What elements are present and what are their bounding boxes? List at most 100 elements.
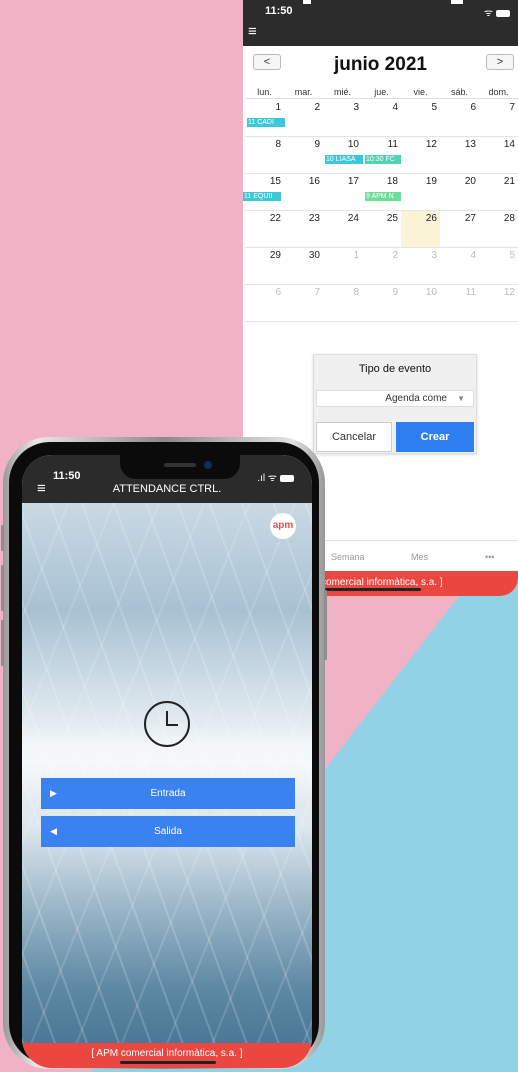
- calendar-day[interactable]: 3: [323, 100, 362, 136]
- calendar-day[interactable]: 19: [401, 174, 440, 210]
- create-button[interactable]: Crear: [396, 422, 474, 452]
- phone-notch: [311, 0, 451, 26]
- calendar-day[interactable]: 5: [479, 248, 518, 284]
- day-number: 26: [425, 213, 437, 224]
- play-right-icon: ▶: [50, 788, 57, 798]
- app-title: ATTENDANCE CTRL.: [112, 483, 222, 495]
- calendar-day[interactable]: 4: [440, 248, 479, 284]
- calendar-day[interactable]: 16: [284, 174, 323, 210]
- day-number: 4: [470, 250, 476, 261]
- day-number: 9: [314, 139, 320, 150]
- calendar-day[interactable]: 29: [245, 248, 284, 284]
- month-title: junio 2021: [334, 54, 427, 75]
- entrada-button[interactable]: ▶ Entrada: [41, 778, 295, 809]
- calendar-day[interactable]: 6: [440, 100, 479, 136]
- day-number: 11: [387, 139, 398, 150]
- calendar-day[interactable]: 30: [284, 248, 323, 284]
- calendar-day[interactable]: 4: [362, 100, 401, 136]
- day-number: 13: [464, 139, 476, 150]
- calendar-day[interactable]: 7: [284, 285, 323, 321]
- calendar-event[interactable]: 9 APM N: [365, 192, 401, 201]
- calendar-day[interactable]: 8: [323, 285, 362, 321]
- calendar-event[interactable]: 11 CADI: [247, 118, 285, 127]
- calendar-day[interactable]: 3: [401, 248, 440, 284]
- weekday-label: sáb.: [450, 87, 468, 97]
- day-number: 2: [392, 250, 398, 261]
- day-number: 3: [431, 250, 437, 261]
- status-icons: .ıl ᯤ: [257, 470, 294, 484]
- calendar-day[interactable]: 25: [362, 211, 401, 247]
- day-number: 24: [347, 213, 359, 224]
- event-type-value: Agenda come: [385, 393, 447, 404]
- calendar-day[interactable]: 28: [479, 211, 518, 247]
- calendar-day[interactable]: 2: [284, 100, 323, 136]
- day-number: 12: [425, 139, 437, 150]
- phone-side-button: [1, 565, 4, 611]
- calendar-day[interactable]: 20: [440, 174, 479, 210]
- phone-side-button: [324, 590, 327, 660]
- calendar-day[interactable]: 8: [245, 137, 284, 173]
- cancel-button[interactable]: Cancelar: [316, 422, 392, 452]
- day-number: 10: [347, 139, 359, 150]
- day-number: 11: [465, 287, 476, 298]
- phone-notch: [120, 455, 240, 479]
- weekday-label: jue.: [374, 87, 389, 97]
- day-number: 18: [386, 176, 398, 187]
- status-icons: ᯤ: [484, 5, 510, 19]
- calendar-day[interactable]: 13: [440, 137, 479, 173]
- calendar-day[interactable]: 10: [401, 285, 440, 321]
- day-number: 20: [464, 176, 476, 187]
- calendar-day[interactable]: 9: [284, 137, 323, 173]
- tab-semana[interactable]: Semana: [331, 552, 365, 562]
- dialog-title: Tipo de evento: [358, 363, 432, 375]
- calendar-day[interactable]: 14: [479, 137, 518, 173]
- calendar-day[interactable]: 17: [323, 174, 362, 210]
- day-number: 30: [308, 250, 320, 261]
- next-month-button[interactable]: >: [486, 54, 514, 70]
- calendar-day[interactable]: 24: [323, 211, 362, 247]
- event-type-dialog: Tipo de evento Agenda come ▼ Cancelar Cr…: [313, 354, 477, 454]
- calendar-day[interactable]: 9: [362, 285, 401, 321]
- day-number: 10: [425, 287, 437, 298]
- calendar-day[interactable]: 27: [440, 211, 479, 247]
- chevron-down-icon: ▼: [457, 394, 465, 403]
- day-number: 8: [353, 287, 359, 298]
- more-icon[interactable]: •••: [485, 552, 494, 562]
- salida-label: Salida: [154, 826, 182, 837]
- day-number: 5: [431, 102, 437, 113]
- day-number: 9: [392, 287, 398, 298]
- calendar-day[interactable]: 5: [401, 100, 440, 136]
- weekday-label: mié.: [333, 87, 351, 97]
- calendar-day[interactable]: 12: [479, 285, 518, 321]
- tab-mes[interactable]: Mes: [411, 552, 428, 562]
- calendar-day[interactable]: 1: [323, 248, 362, 284]
- calendar-day[interactable]: 21: [479, 174, 518, 210]
- calendar-event[interactable]: 11 EQUII: [243, 192, 281, 201]
- calendar-day[interactable]: 22: [245, 211, 284, 247]
- calendar-day[interactable]: 23: [284, 211, 323, 247]
- calendar-day[interactable]: 12: [401, 137, 440, 173]
- day-number: 25: [386, 213, 398, 224]
- salida-button[interactable]: ◀ Salida: [41, 816, 295, 847]
- day-number: 1: [275, 102, 281, 113]
- weekday-label: lun.: [257, 87, 272, 97]
- day-number: 3: [353, 102, 359, 113]
- weekday-header-row: lun. mar. mié. jue. vie. sáb. dom.: [245, 87, 518, 99]
- hamburger-menu-icon[interactable]: ≡: [248, 24, 257, 39]
- calendar-day[interactable]: 7: [479, 100, 518, 136]
- event-type-select[interactable]: Agenda come ▼: [316, 390, 474, 407]
- status-time: 11:50: [265, 5, 293, 17]
- weekday-label: vie.: [413, 87, 428, 97]
- calendar-event[interactable]: 10 LIASA: [325, 155, 363, 164]
- calendar-day-today[interactable]: 26: [401, 211, 440, 247]
- camera-icon: [204, 461, 212, 469]
- calendar-day[interactable]: 11: [440, 285, 479, 321]
- calendar-day[interactable]: 2: [362, 248, 401, 284]
- calendar-week: 1 2 3 4 5 6 7: [245, 100, 518, 137]
- phone-side-button: [1, 525, 4, 551]
- day-number: 27: [464, 213, 476, 224]
- attendance-phone-screen: 11:50 ≡ .ıl ᯤ ATTENDANCE CTRL. apm ▶ Ent…: [22, 455, 312, 1068]
- calendar-event[interactable]: 10:30 FC: [365, 155, 401, 164]
- day-number: 5: [509, 250, 515, 261]
- calendar-day[interactable]: 6: [245, 285, 284, 321]
